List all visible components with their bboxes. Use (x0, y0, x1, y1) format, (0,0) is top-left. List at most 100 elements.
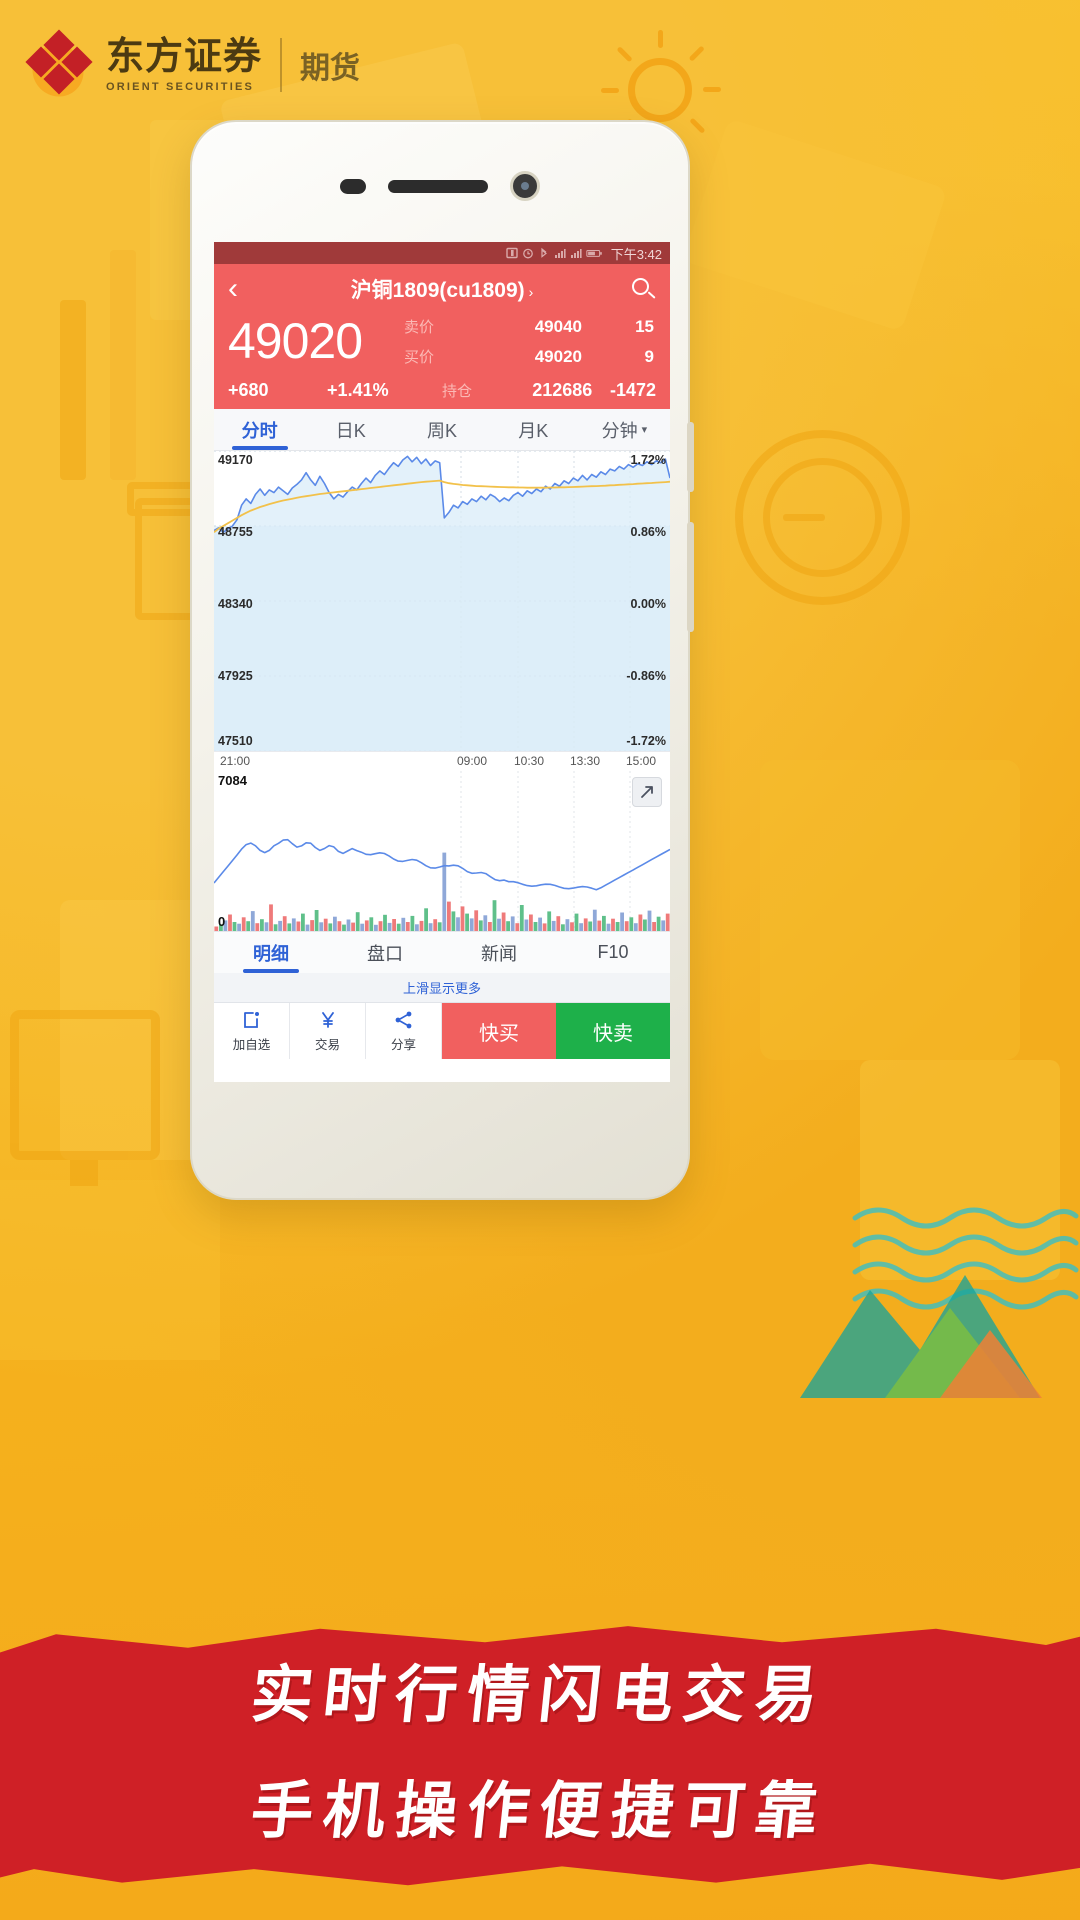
last-price: 49020 (228, 313, 363, 369)
y-tick-1: 48755 (218, 525, 253, 539)
detail-tab-bar: 明细 盘口 新闻 F10 (214, 931, 670, 973)
tab-label: 盘口 (367, 943, 403, 964)
share-button[interactable]: 分享 (366, 1003, 442, 1059)
bid-price: 49020 (534, 347, 582, 366)
brand-name-en: ORIENT SECURITIES (106, 80, 255, 93)
expand-icon[interactable] (632, 777, 662, 807)
quote-panel: 49020 卖价 49040 15 买价 49020 9 +680 +1.41%… (214, 314, 670, 409)
nav-bar: ‹ 沪铜1809(cu1809) › (214, 264, 670, 314)
brand-name-cn: 东方证券 (106, 35, 263, 78)
x-tick-2: 10:30 (514, 754, 545, 768)
status-bar: 下午3:42 (214, 242, 670, 264)
brand-logo: 东方证券 ORIENT SECURITIES 期货 (21, 29, 360, 108)
swipe-hint: 上滑显示更多 (214, 973, 670, 1003)
signal-icon (554, 249, 566, 258)
battery-icon (586, 249, 602, 257)
trade-button[interactable]: 交易 (290, 1003, 366, 1059)
promo-banner: 实时行情闪电交易 手机操作便捷可靠 (0, 1590, 1080, 1920)
x-tick-3: 13:30 (570, 754, 601, 768)
banner-line-1: 实时行情闪电交易 (247, 1658, 832, 1731)
ask-label: 卖价 (404, 319, 435, 336)
mountain-decoration (800, 1275, 1042, 1398)
deco-shape (0, 1180, 220, 1360)
volume-chart-svg (214, 771, 670, 931)
deco-shape (60, 300, 86, 480)
alarm-icon (522, 248, 533, 259)
clock-icon (735, 430, 910, 605)
chevron-right-icon: › (528, 284, 534, 300)
change-row: +680 +1.41% 持仓 212686 -1472 (228, 380, 656, 401)
phone-top-bezel (192, 158, 688, 214)
chart-x-axis: 21:00 09:00 10:30 13:30 15:00 (214, 751, 670, 771)
right-tick-1: 0.86% (630, 525, 666, 539)
tab-monthly-k[interactable]: 月K (488, 409, 579, 450)
right-tick-4: -1.72% (626, 734, 666, 748)
price-change: +680 (228, 380, 269, 400)
bid-row: 买价 49020 9 (404, 346, 656, 376)
back-button[interactable]: ‹ (228, 274, 238, 304)
quick-buy-button[interactable]: 快买 (442, 1003, 556, 1059)
tab-fenshi[interactable]: 分时 (214, 409, 305, 450)
logo-divider (280, 38, 283, 92)
action-label: 加自选 (232, 1038, 271, 1052)
y-tick-0: 49170 (218, 453, 253, 467)
volume-max-label: 7084 (218, 773, 247, 788)
open-interest-delta: -1472 (609, 380, 656, 400)
page-title: 沪铜1809(cu1809) › (214, 274, 670, 304)
volume-chart[interactable]: 7084 0 (214, 771, 670, 931)
tab-label: F10 (597, 942, 629, 962)
open-interest-value: 212686 (532, 380, 593, 400)
x-tick-4: 15:00 (626, 754, 657, 768)
ask-row: 卖价 49040 15 (404, 316, 656, 346)
tab-news[interactable]: 新闻 (442, 932, 556, 973)
add-watchlist-icon (242, 1009, 262, 1031)
sensor-dot (340, 178, 366, 194)
status-time: 下午3:42 (610, 246, 662, 262)
y-tick-2: 48340 (218, 597, 253, 611)
ask-qty: 15 (635, 317, 654, 336)
monitor-icon (10, 1010, 160, 1186)
x-tick-1: 09:00 (457, 754, 488, 768)
open-interest-label: 持仓 (442, 383, 473, 400)
deco-shape (760, 760, 1020, 1060)
phone-mockup: 下午3:42 ‹ 沪铜1809(cu1809) › 49020 卖价 49040 … (190, 120, 694, 1200)
tab-daily-k[interactable]: 日K (305, 409, 396, 450)
add-watchlist-button[interactable]: 加自选 (214, 1003, 290, 1059)
bluetooth-icon (541, 247, 547, 258)
action-label: 分享 (390, 1038, 416, 1052)
orient-securities-logo-icon (21, 29, 95, 108)
signal2-icon (570, 249, 582, 258)
price-change-pct: +1.41% (327, 380, 389, 400)
sim-icon (505, 247, 518, 259)
phone-volume-button (687, 422, 694, 492)
tab-label: 明细 (253, 943, 289, 964)
price-chart[interactable]: 49170 48755 48340 47925 47510 1.72% 0.86… (214, 451, 670, 751)
y-tick-4: 47510 (218, 734, 253, 748)
tab-label: 月K (518, 420, 549, 441)
bid-label: 买价 (404, 349, 435, 366)
share-icon (394, 1009, 414, 1031)
action-label: 交易 (314, 1038, 340, 1052)
brand-text: 东方证券 ORIENT SECURITIES (106, 38, 262, 93)
right-tick-0: 1.72% (630, 453, 666, 467)
banner-text: 实时行情闪电交易 手机操作便捷可靠 (0, 1644, 1080, 1850)
tab-label: 分时 (241, 420, 278, 441)
tab-label: 周K (427, 420, 458, 441)
search-icon[interactable] (630, 276, 656, 302)
price-chart-svg (214, 451, 670, 751)
bid-qty: 9 (644, 347, 654, 366)
tab-weekly-k[interactable]: 周K (396, 409, 487, 450)
quick-sell-button[interactable]: 快卖 (556, 1003, 670, 1059)
deco-shape (110, 250, 136, 480)
tab-pankou[interactable]: 盘口 (328, 932, 442, 973)
tab-minute[interactable]: 分钟 ▾ (579, 409, 670, 450)
yuan-icon (318, 1009, 338, 1031)
tab-f10[interactable]: F10 (556, 932, 670, 973)
earpiece-speaker (388, 179, 488, 193)
phone-power-button (687, 522, 694, 632)
tab-label: 日K (335, 420, 366, 441)
front-camera-icon (510, 171, 540, 201)
chevron-down-icon: ▾ (641, 424, 648, 436)
phone-screen: 下午3:42 ‹ 沪铜1809(cu1809) › 49020 卖价 49040 … (214, 242, 670, 1082)
tab-mingxi[interactable]: 明细 (214, 932, 328, 973)
